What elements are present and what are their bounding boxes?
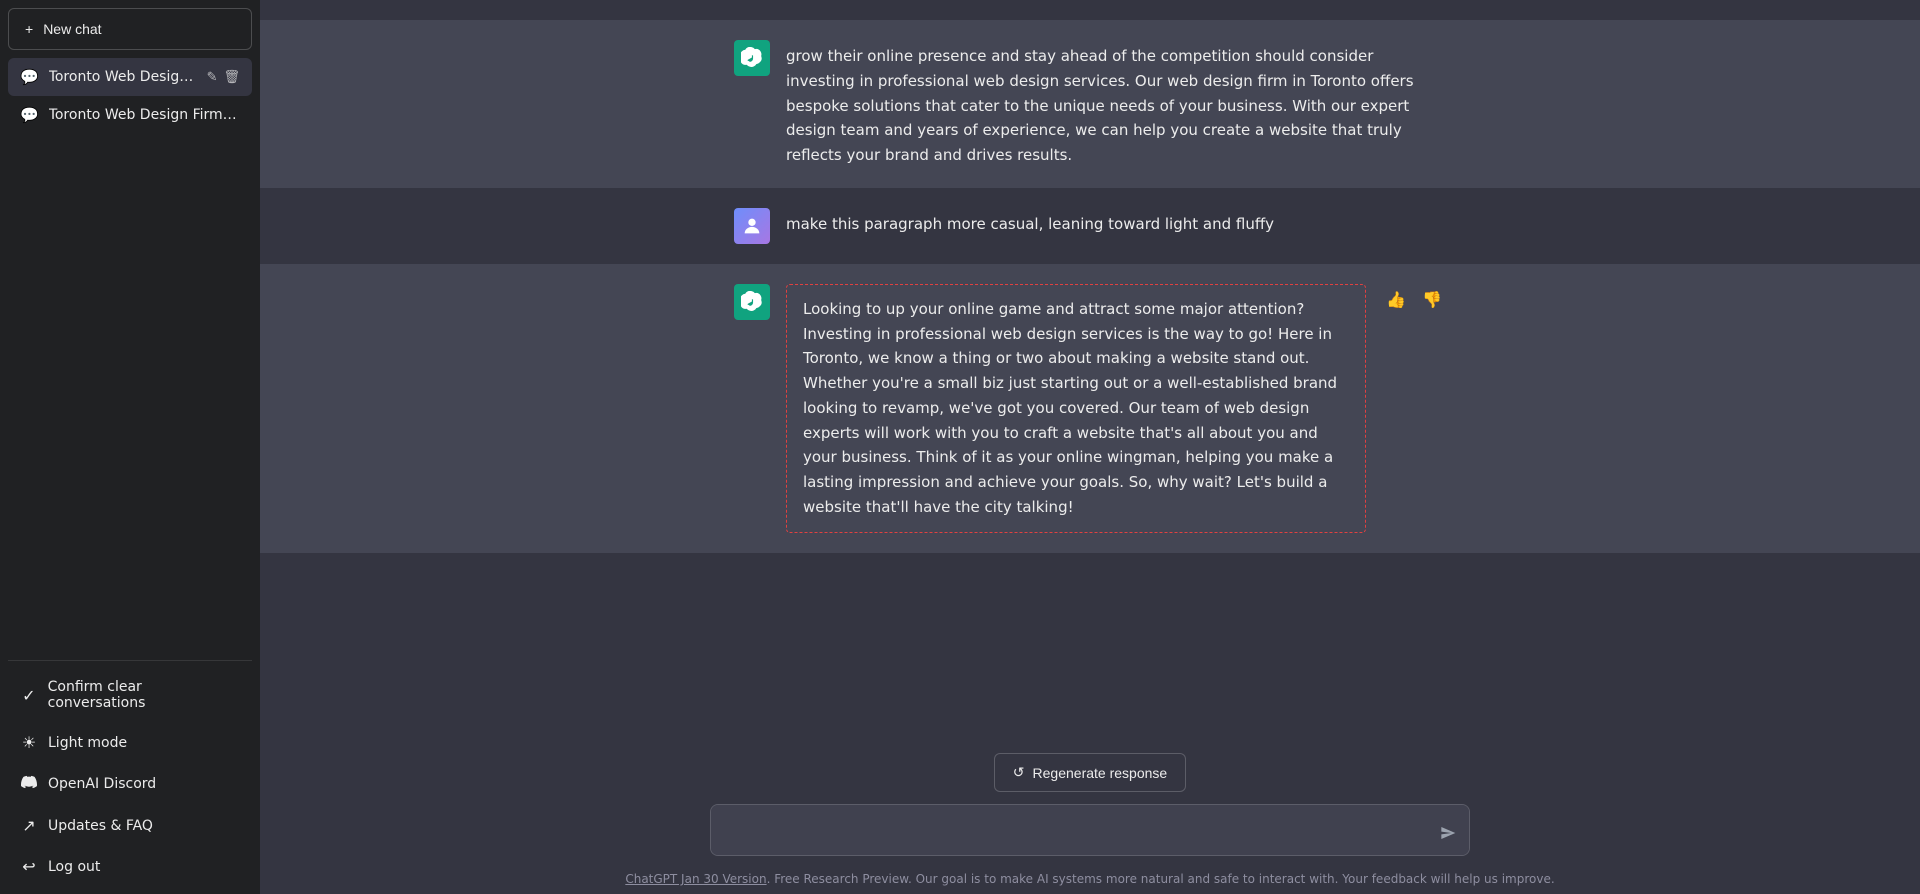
- sidebar-divider: [8, 660, 252, 661]
- chat-item-label: Toronto Web Design SI: [49, 69, 197, 85]
- plus-icon: +: [25, 21, 33, 37]
- sidebar-item-light-mode[interactable]: ☀ Light mode: [8, 723, 252, 762]
- new-chat-label: New chat: [43, 21, 101, 37]
- chat-bottom: ↺ Regenerate response ChatGPT Jan 30 Ver…: [260, 737, 1920, 894]
- avatar-assistant-1: [734, 40, 770, 76]
- send-icon: [1440, 825, 1456, 845]
- chat-item-label: Toronto Web Design Firm CTA: [49, 107, 240, 123]
- message-content-3: Looking to up your online game and attra…: [786, 284, 1366, 533]
- regenerate-button[interactable]: ↺ Regenerate response: [994, 753, 1186, 792]
- message-block-1: grow their online presence and stay ahea…: [260, 20, 1920, 188]
- sidebar-item-faq[interactable]: ↗ Updates & FAQ: [8, 806, 252, 845]
- footer-note: ChatGPT Jan 30 Version. Free Research Pr…: [625, 872, 1554, 886]
- chat-icon: 💬: [20, 106, 39, 124]
- message-inner-2: make this paragraph more casual, leaning…: [710, 208, 1470, 244]
- regenerate-icon: ↺: [1013, 764, 1025, 781]
- sidebar-bottom: ✓ Confirm clear conversations ☀ Light mo…: [8, 669, 252, 886]
- light-mode-label: Light mode: [48, 735, 127, 751]
- message-inner-3: Looking to up your online game and attra…: [710, 284, 1470, 533]
- chat-item-actions: ✎ 🗑: [207, 70, 240, 85]
- message-block-2: make this paragraph more casual, leaning…: [260, 188, 1920, 264]
- main-content: grow their online presence and stay ahea…: [260, 0, 1920, 894]
- sidebar-item-discord[interactable]: OpenAI Discord: [8, 764, 252, 804]
- message-content-2: make this paragraph more casual, leaning…: [786, 208, 1446, 237]
- delete-icon[interactable]: 🗑: [223, 70, 240, 85]
- message-inner-1: grow their online presence and stay ahea…: [710, 40, 1470, 168]
- footer-link[interactable]: ChatGPT Jan 30 Version: [625, 872, 766, 886]
- external-link-icon: ↗: [20, 816, 38, 835]
- chat-input[interactable]: [710, 804, 1470, 856]
- input-area: [710, 804, 1470, 860]
- avatar-assistant-2: [734, 284, 770, 320]
- chat-messages: grow their online presence and stay ahea…: [260, 0, 1920, 737]
- sidebar-item-chat1[interactable]: 💬 Toronto Web Design SI ✎ 🗑: [8, 58, 252, 96]
- thumbs-down-button[interactable]: 👎: [1418, 288, 1446, 312]
- message-block-3: Looking to up your online game and attra…: [260, 264, 1920, 553]
- clear-label: Confirm clear conversations: [48, 679, 240, 711]
- sidebar: + New chat 💬 Toronto Web Design SI ✎ 🗑 💬…: [0, 0, 260, 894]
- sun-icon: ☀: [20, 733, 38, 752]
- logout-icon: ↩: [20, 857, 38, 876]
- discord-label: OpenAI Discord: [48, 776, 156, 792]
- faq-label: Updates & FAQ: [48, 818, 153, 834]
- logout-label: Log out: [48, 859, 100, 875]
- chat-list: 💬 Toronto Web Design SI ✎ 🗑 💬 Toronto We…: [8, 58, 252, 652]
- check-icon: ✓: [20, 686, 38, 705]
- regenerate-label: Regenerate response: [1033, 765, 1168, 781]
- discord-icon: [20, 774, 38, 794]
- sidebar-item-clear[interactable]: ✓ Confirm clear conversations: [8, 669, 252, 721]
- sidebar-item-chat2[interactable]: 💬 Toronto Web Design Firm CTA: [8, 96, 252, 134]
- send-button[interactable]: [1438, 823, 1458, 848]
- sidebar-item-logout[interactable]: ↩ Log out: [8, 847, 252, 886]
- message-content-1: grow their online presence and stay ahea…: [786, 40, 1446, 168]
- footer-description: . Free Research Preview. Our goal is to …: [767, 872, 1555, 886]
- new-chat-button[interactable]: + New chat: [8, 8, 252, 50]
- edit-icon[interactable]: ✎: [207, 70, 218, 85]
- chat-icon: 💬: [20, 68, 39, 86]
- avatar-user: [734, 208, 770, 244]
- thumbs-up-button[interactable]: 👍: [1382, 288, 1410, 312]
- message-actions: 👍 👎: [1382, 284, 1446, 312]
